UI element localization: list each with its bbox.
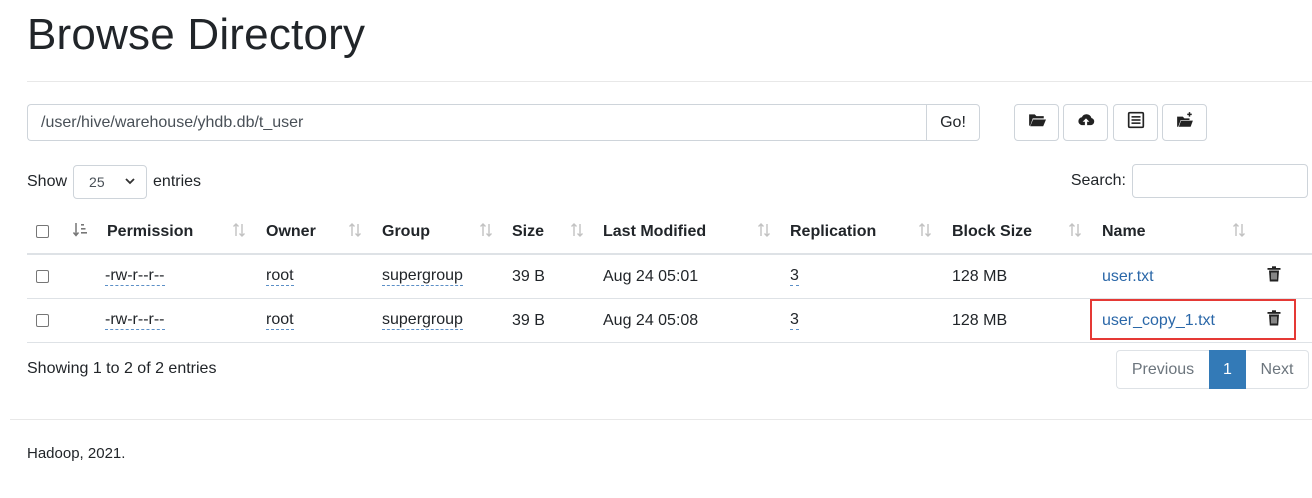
upload-button[interactable] xyxy=(1063,104,1108,141)
cloud-upload-icon xyxy=(1077,111,1095,134)
sort-icon[interactable] xyxy=(570,222,584,238)
file-name-link[interactable]: user.txt xyxy=(1102,268,1154,286)
sort-icon[interactable] xyxy=(757,222,771,238)
table-header-row: Permission Owner Group Size Last Modifie… xyxy=(27,210,1312,255)
column-header-replication[interactable]: Replication xyxy=(790,210,876,253)
entries-length-control: Show 25 entries xyxy=(27,165,201,199)
sort-icon[interactable] xyxy=(1232,222,1246,238)
create-directory-button[interactable] xyxy=(1162,104,1207,141)
sort-icon[interactable] xyxy=(918,222,932,238)
permission-value[interactable]: -rw-r--r-- xyxy=(105,267,165,286)
group-value[interactable]: supergroup xyxy=(382,311,463,330)
search-control: Search: xyxy=(1071,164,1308,198)
owner-cell[interactable]: root xyxy=(266,299,294,342)
search-input[interactable] xyxy=(1132,164,1308,198)
chevron-down-icon xyxy=(124,174,136,190)
path-bar: Go! xyxy=(27,104,980,141)
table-info: Showing 1 to 2 of 2 entries xyxy=(27,360,217,377)
list-alt-icon xyxy=(1127,111,1145,134)
column-header-name[interactable]: Name xyxy=(1102,210,1146,253)
sort-icon[interactable] xyxy=(1068,222,1082,238)
title-divider xyxy=(27,81,1312,82)
folder-plus-icon xyxy=(1176,111,1194,134)
highlight-annotation-box xyxy=(1090,299,1296,340)
file-name-cell[interactable]: user.txt xyxy=(1102,255,1154,298)
search-label: Search: xyxy=(1070,172,1126,189)
block-size-cell: 128 MB xyxy=(952,267,1008,285)
column-header-permission[interactable]: Permission xyxy=(107,210,193,253)
open-folder-button[interactable] xyxy=(1014,104,1059,141)
column-header-group[interactable]: Group xyxy=(382,210,430,253)
permission-value[interactable]: -rw-r--r-- xyxy=(105,311,165,330)
sort-icon[interactable] xyxy=(348,222,362,238)
sort-icon[interactable] xyxy=(232,222,246,238)
sort-icon[interactable] xyxy=(479,222,493,238)
footer-text: Hadoop, 2021. xyxy=(27,445,126,462)
owner-value[interactable]: root xyxy=(266,311,294,330)
page-1-button[interactable]: 1 xyxy=(1209,350,1246,389)
replication-value[interactable]: 3 xyxy=(790,311,799,330)
footer-divider xyxy=(10,419,1312,420)
replication-cell[interactable]: 3 xyxy=(790,299,799,342)
pagination: Previous 1 Next xyxy=(1116,350,1309,389)
folder-open-icon xyxy=(1028,111,1046,134)
sort-amount-icon[interactable] xyxy=(72,222,87,238)
column-header-block-size[interactable]: Block Size xyxy=(952,210,1032,253)
browse-directory-page: Browse Directory Go! Show 25 entries xyxy=(0,0,1312,498)
last-modified-cell: Aug 24 05:08 xyxy=(603,311,699,329)
show-label: Show xyxy=(27,173,68,190)
go-button[interactable]: Go! xyxy=(926,104,980,141)
column-header-owner[interactable]: Owner xyxy=(266,210,316,253)
list-view-button[interactable] xyxy=(1113,104,1158,141)
block-size-cell: 128 MB xyxy=(952,311,1008,329)
page-title: Browse Directory xyxy=(27,10,366,59)
table-row: -rw-r--r-- root supergroup 39 B Aug 24 0… xyxy=(27,255,1312,299)
next-page-button[interactable]: Next xyxy=(1246,350,1309,389)
column-header-last-modified[interactable]: Last Modified xyxy=(603,210,706,253)
owner-cell[interactable]: root xyxy=(266,255,294,298)
row-checkbox-cell[interactable] xyxy=(36,299,49,342)
previous-page-button[interactable]: Previous xyxy=(1116,350,1209,389)
entries-select-value: 25 xyxy=(89,174,105,190)
directory-path-input[interactable] xyxy=(27,104,926,141)
select-all-checkbox[interactable] xyxy=(36,225,49,238)
replication-cell[interactable]: 3 xyxy=(790,255,799,298)
row-checkbox[interactable] xyxy=(36,270,49,283)
trash-icon[interactable] xyxy=(1267,266,1281,287)
column-header-size[interactable]: Size xyxy=(512,210,544,253)
row-checkbox-cell[interactable] xyxy=(36,255,49,298)
group-cell[interactable]: supergroup xyxy=(382,299,463,342)
last-modified-cell: Aug 24 05:01 xyxy=(603,267,699,285)
delete-button[interactable] xyxy=(1267,255,1281,298)
row-checkbox[interactable] xyxy=(36,314,49,327)
entries-suffix-label: entries xyxy=(153,173,202,190)
size-cell: 39 B xyxy=(512,311,545,329)
permission-cell[interactable]: -rw-r--r-- xyxy=(105,255,165,298)
group-cell[interactable]: supergroup xyxy=(382,255,463,298)
replication-value[interactable]: 3 xyxy=(790,267,799,286)
entries-select[interactable]: 25 xyxy=(73,165,148,199)
size-cell: 39 B xyxy=(512,267,545,285)
permission-cell[interactable]: -rw-r--r-- xyxy=(105,299,165,342)
group-value[interactable]: supergroup xyxy=(382,267,463,286)
select-all-checkbox-cell[interactable] xyxy=(36,210,49,253)
owner-value[interactable]: root xyxy=(266,267,294,286)
